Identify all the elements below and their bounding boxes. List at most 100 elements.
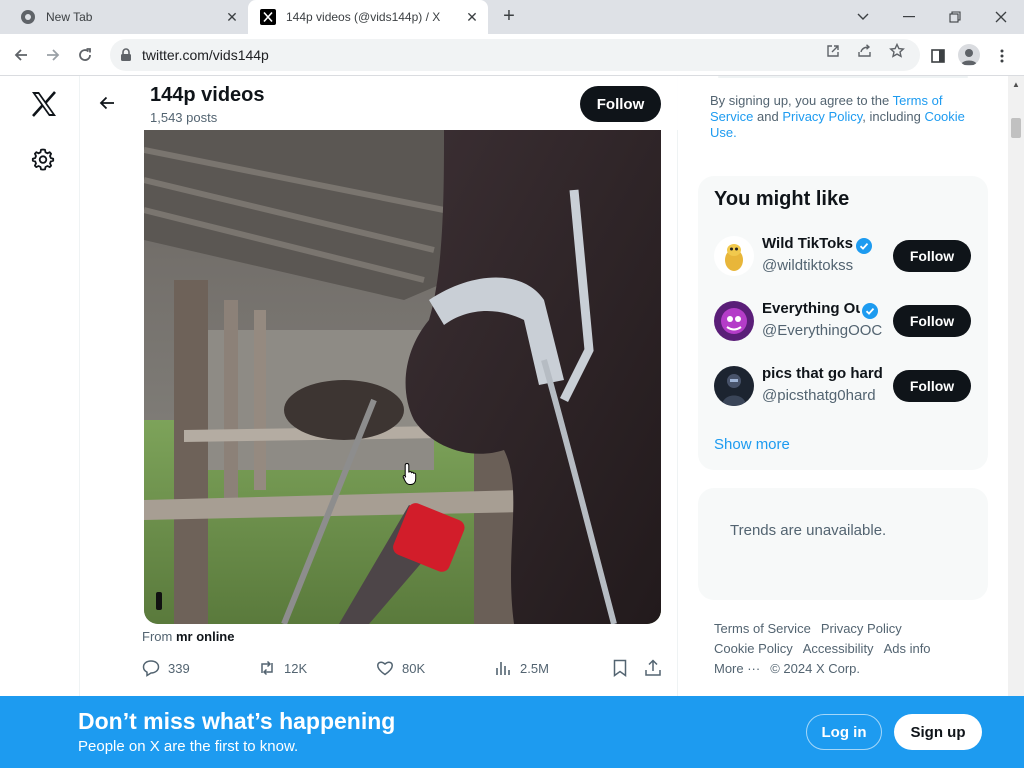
back-arrow-icon[interactable] (90, 86, 124, 120)
x-logo-icon[interactable] (30, 90, 58, 118)
like-button[interactable]: 80K (376, 658, 425, 678)
right-sidebar: By signing up, you agree to the Terms of… (698, 76, 988, 696)
video-frame-horse (144, 130, 661, 624)
footer-copyright: © 2024 X Corp. (770, 661, 861, 676)
legal-and: and (756, 109, 779, 124)
profile-name: 144p videos (150, 84, 265, 106)
left-nav (0, 76, 80, 696)
scroll-up-arrow-icon[interactable]: ▲ (1012, 80, 1020, 89)
avatar[interactable] (714, 366, 754, 406)
login-button[interactable]: Log in (806, 714, 882, 750)
legal-prefix: By signing up, you agree to the (710, 93, 890, 108)
settings-gear-icon[interactable] (31, 147, 55, 171)
signup-button[interactable]: Sign up (894, 714, 982, 750)
repost-icon (261, 660, 273, 676)
profile-header: 144p videos 1,543 posts Follow (80, 76, 678, 130)
close-tab-icon[interactable]: ✕ (464, 9, 480, 25)
follow-button[interactable]: Follow (893, 240, 971, 272)
main-column: 144p videos 1,543 posts Follow From mr o… (80, 76, 678, 696)
media-source: From mr online (142, 629, 234, 644)
who-to-follow-card: You might like Wild TikToks @wildtiktoks… (698, 176, 988, 470)
url-text[interactable]: twitter.com/vids144p (142, 47, 269, 63)
show-more-link[interactable]: Show more (714, 436, 790, 453)
side-panel-icon[interactable] (928, 46, 948, 66)
share-post-button[interactable] (644, 658, 670, 678)
views-count: 2.5M (520, 660, 549, 676)
footer-ads-link[interactable]: Ads info (884, 641, 931, 656)
post-actions: 339 12K 80K 2.5M (142, 658, 662, 678)
new-tab-plus-icon[interactable]: + (498, 6, 520, 28)
footer-privacy-link[interactable]: Privacy Policy (821, 621, 902, 636)
page-scrollbar[interactable]: ▲ (1008, 76, 1024, 696)
lock-icon[interactable] (120, 48, 132, 67)
views-button[interactable]: 2.5M (494, 658, 549, 678)
trends-unavailable-message: Trends are unavailable. (730, 522, 887, 539)
x-favicon-icon (260, 9, 276, 25)
browser-tab-new-tab[interactable]: New Tab ✕ (8, 0, 249, 34)
trends-card: Trends are unavailable. (698, 488, 988, 600)
minimize-icon[interactable] (886, 0, 932, 34)
post-video[interactable] (144, 130, 661, 624)
bookmark-star-icon[interactable] (888, 42, 906, 60)
footer-terms-link[interactable]: Terms of Service (714, 621, 811, 636)
legal-end: . (733, 125, 737, 140)
open-in-app-icon[interactable] (824, 42, 842, 60)
avatar[interactable] (714, 301, 754, 341)
from-source-link[interactable]: mr online (176, 629, 235, 644)
reload-icon[interactable] (72, 42, 98, 68)
signup-card-edge (718, 76, 968, 78)
forward-arrow-icon[interactable] (40, 42, 66, 68)
bookmark-button[interactable] (612, 658, 636, 678)
footer-cookie-link[interactable]: Cookie Policy (714, 641, 793, 656)
suggestion-handle: @EverythingOOC (762, 322, 883, 339)
x-page: 144p videos 1,543 posts Follow From mr o… (0, 76, 1008, 696)
back-arrow-icon[interactable] (8, 42, 34, 68)
sidebar-footer: Terms of Service Privacy Policy Cookie Po… (714, 619, 984, 679)
posts-count: 1,543 posts (150, 110, 218, 125)
suggestion-item[interactable]: pics that go hard @picsthatg0hard Follow (714, 364, 974, 408)
section-title: You might like (714, 188, 850, 210)
verified-badge-icon (862, 303, 878, 319)
tab-title: New Tab (46, 10, 93, 24)
suggestion-name[interactable]: pics that go hard (762, 365, 882, 382)
follow-button[interactable]: Follow (893, 305, 971, 337)
footer-accessibility-link[interactable]: Accessibility (803, 641, 874, 656)
restore-icon[interactable] (932, 0, 978, 34)
kebab-menu-icon[interactable] (992, 46, 1012, 66)
address-toolbar: twitter.com/vids144p (0, 34, 1024, 76)
verified-badge-icon (856, 238, 872, 254)
close-window-icon[interactable] (978, 0, 1024, 34)
avatar[interactable] (714, 236, 754, 276)
browser-tab-bar: New Tab ✕ 144p videos (@vids144p) / X ✕ … (0, 0, 1024, 34)
suggestion-name[interactable]: Everything Out of Context (762, 300, 860, 317)
suggestion-item[interactable]: Wild TikToks @wildtiktokss Follow (714, 234, 974, 278)
follow-button[interactable]: Follow (893, 370, 971, 402)
close-tab-icon[interactable]: ✕ (224, 9, 240, 25)
legal-including: , including (862, 109, 921, 124)
footer-more-menu[interactable]: More ··· (714, 661, 760, 676)
chrome-icon (20, 9, 36, 25)
omnibox[interactable]: twitter.com/vids144p (110, 39, 920, 71)
follow-button[interactable]: Follow (580, 86, 661, 122)
scrollbar-thumb[interactable] (1011, 118, 1021, 138)
suggestion-handle: @wildtiktokss (762, 257, 854, 274)
reply-icon (142, 660, 160, 677)
hand-cursor-icon (402, 462, 417, 485)
views-chart-icon (496, 662, 510, 675)
repost-button[interactable]: 12K (258, 658, 307, 678)
browser-tab-active[interactable]: 144p videos (@vids144p) / X ✕ (248, 0, 488, 34)
share-icon (645, 659, 661, 676)
bookmark-icon (613, 659, 627, 677)
privacy-link[interactable]: Privacy Policy (782, 109, 862, 124)
share-icon[interactable] (856, 42, 874, 60)
repost-count: 12K (284, 660, 308, 676)
tab-title: 144p videos (@vids144p) / X (286, 10, 441, 24)
reply-button[interactable]: 339 (142, 658, 190, 678)
tab-search-chevron-icon[interactable] (840, 0, 886, 34)
heart-icon (377, 661, 393, 676)
reply-count: 339 (168, 660, 190, 676)
profile-avatar-icon[interactable] (958, 44, 980, 66)
suggestion-item[interactable]: Everything Out of Context @EverythingOOC… (714, 299, 974, 343)
banner-subtitle: People on X are the first to know. (78, 738, 299, 755)
signup-legal-text: By signing up, you agree to the Terms of… (710, 93, 980, 141)
